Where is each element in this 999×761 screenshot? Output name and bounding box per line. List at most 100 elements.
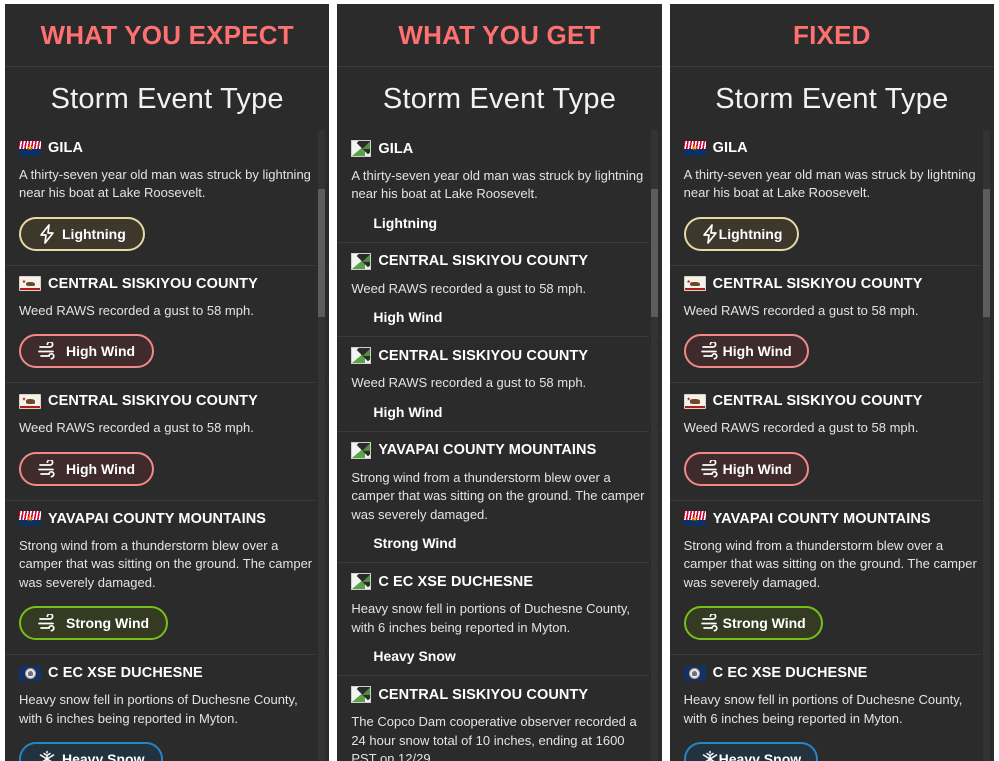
event-card[interactable]: C EC XSE DUCHESNE Heavy snow fell in port… — [5, 655, 330, 761]
vertical-scrollbar[interactable] — [648, 130, 660, 761]
event-description: Weed RAWS recorded a gust to 58 mph. — [351, 375, 587, 391]
event-card-list: GILA A thirty-seven year old man was stru… — [337, 130, 662, 761]
wind-icon — [38, 614, 60, 632]
wind-icon — [700, 342, 723, 360]
event-card[interactable]: CENTRAL SISKIYOU COUNTY The Copco Dam coo… — [337, 676, 662, 761]
event-card-header: GILA — [19, 140, 315, 156]
event-card[interactable]: YAVAPAI COUNTY MOUNTAINS Strong wind from… — [337, 431, 662, 564]
event-type-pill[interactable]: High Wind — [683, 334, 809, 369]
visualization-title: Storm Event Type — [715, 83, 949, 115]
broken-image-icon — [351, 573, 372, 591]
california-flag — [683, 276, 706, 292]
event-type-pill-label: Heavy Snow — [62, 751, 145, 761]
event-card[interactable]: CENTRAL SISKIYOU COUNTY Weed RAWS recorde… — [337, 242, 662, 338]
event-card-header: C EC XSE DUCHESNE — [351, 573, 647, 591]
vertical-scrollbar[interactable] — [316, 130, 328, 761]
event-type-pill-label: High Wind — [722, 460, 792, 477]
event-description: Heavy snow fell in portions of Duchesne … — [683, 692, 963, 726]
event-description: Strong wind from a thunderstorm blew ove… — [351, 469, 645, 522]
snowflake-icon — [38, 750, 56, 761]
event-description: Strong wind from a thunderstorm blew ove… — [683, 537, 977, 590]
california-flag — [683, 393, 706, 409]
event-location-title: C EC XSE DUCHESNE — [48, 665, 203, 682]
event-location-title: CENTRAL SISKIYOU COUNTY — [712, 275, 923, 292]
event-type-pill-label: High Wind — [722, 343, 792, 360]
event-type-pill[interactable]: Strong Wind — [683, 606, 823, 641]
event-type-pill[interactable]: High Wind — [683, 451, 809, 486]
event-card-header: CENTRAL SISKIYOU COUNTY — [351, 252, 647, 270]
event-type-pill-label: Lightning — [718, 225, 783, 242]
event-card[interactable]: CENTRAL SISKIYOU COUNTY Weed RAWS recorde… — [669, 265, 994, 384]
event-card[interactable]: YAVAPAI COUNTY MOUNTAINS Strong wind from… — [669, 500, 994, 656]
event-card[interactable]: GILA A thirty-seven year old man was stru… — [5, 130, 330, 266]
wind-icon — [700, 614, 723, 632]
event-type-label: Lightning — [373, 214, 438, 231]
event-card-header: CENTRAL SISKIYOU COUNTY — [351, 686, 647, 704]
event-card[interactable]: YAVAPAI COUNTY MOUNTAINS Strong wind from… — [5, 500, 330, 656]
event-card[interactable]: CENTRAL SISKIYOU COUNTY Weed RAWS recorde… — [5, 265, 330, 384]
event-card[interactable]: C EC XSE DUCHESNE Heavy snow fell in port… — [669, 655, 994, 761]
event-card[interactable]: CENTRAL SISKIYOU COUNTY Weed RAWS recorde… — [669, 383, 994, 501]
event-card[interactable]: CENTRAL SISKIYOU COUNTY Weed RAWS recorde… — [5, 383, 330, 501]
event-card-header: CENTRAL SISKIYOU COUNTY — [683, 275, 980, 292]
event-location-title: CENTRAL SISKIYOU COUNTY — [378, 686, 589, 703]
event-card-list: GILA A thirty-seven year old man was stru… — [5, 130, 330, 761]
wind-icon — [38, 459, 60, 478]
event-location-title: YAVAPAI COUNTY MOUNTAINS — [712, 510, 931, 527]
panel-header-title: WHAT YOU GET — [398, 19, 601, 50]
california-flag — [19, 393, 41, 409]
event-type-pill[interactable]: Heavy Snow — [683, 742, 819, 761]
event-location-title: C EC XSE DUCHESNE — [378, 573, 534, 590]
event-type-pill[interactable]: Lightning — [683, 216, 800, 251]
event-location-title: CENTRAL SISKIYOU COUNTY — [48, 393, 258, 410]
panel-header: WHAT YOU GET — [337, 4, 662, 67]
event-description: Weed RAWS recorded a gust to 58 mph. — [683, 420, 919, 436]
event-type-pill-label: Heavy Snow — [718, 751, 802, 761]
visualization-title: Storm Event Type — [382, 83, 617, 115]
event-location-title: GILA — [48, 140, 84, 156]
event-type-pill-label: High Wind — [66, 343, 136, 360]
event-card-header: C EC XSE DUCHESNE — [683, 665, 980, 681]
scrollbar-thumb[interactable] — [318, 189, 326, 317]
event-type-pill-label: Strong Wind — [722, 615, 806, 632]
event-card[interactable]: CENTRAL SISKIYOU COUNTY Weed RAWS recorde… — [337, 337, 662, 432]
event-type-label: Heavy Snow — [373, 648, 456, 665]
event-description: Strong wind from a thunderstorm blew ove… — [19, 537, 313, 590]
comparison-panel-3: FIXED Storm Event Type GILA A thirty-seven … — [669, 4, 994, 761]
scrollbar-thumb[interactable] — [982, 189, 990, 317]
wind-icon — [700, 459, 723, 478]
broken-image-icon — [351, 252, 372, 270]
event-type-label: Strong Wind — [373, 535, 457, 552]
arizona-flag — [683, 140, 706, 156]
event-type-pill[interactable]: Heavy Snow — [19, 742, 164, 761]
panel-body: Storm Event Type GILA A thirty-seven year … — [337, 67, 662, 761]
event-card-header: CENTRAL SISKIYOU COUNTY — [19, 276, 315, 292]
california-flag — [19, 276, 41, 292]
event-location-title: YAVAPAI COUNTY MOUNTAINS — [378, 442, 597, 459]
event-location-title: GILA — [712, 140, 748, 156]
event-card[interactable]: C EC XSE DUCHESNE Heavy snow fell in port… — [337, 563, 662, 677]
event-card[interactable]: GILA A thirty-seven year old man was stru… — [337, 130, 662, 243]
lightning-bolt-icon — [701, 224, 719, 244]
event-description: The Copco Dam cooperative observer recor… — [351, 714, 637, 761]
vertical-scrollbar[interactable] — [980, 130, 992, 761]
event-card-header: CENTRAL SISKIYOU COUNTY — [351, 347, 647, 365]
event-card[interactable]: GILA A thirty-seven year old man was stru… — [669, 130, 994, 266]
event-location-title: YAVAPAI COUNTY MOUNTAINS — [48, 510, 267, 527]
event-description: Weed RAWS recorded a gust to 58 mph. — [683, 302, 919, 318]
event-type-pill[interactable]: Lightning — [19, 216, 145, 251]
event-type-pill-label: Strong Wind — [66, 615, 150, 632]
arizona-flag — [19, 511, 41, 527]
event-description: Weed RAWS recorded a gust to 58 mph. — [19, 420, 254, 436]
event-type-pill[interactable]: Strong Wind — [19, 606, 169, 641]
event-location-title: CENTRAL SISKIYOU COUNTY — [378, 347, 589, 364]
broken-image-icon — [351, 140, 372, 157]
scrollbar-thumb[interactable] — [650, 189, 658, 317]
event-type-pill[interactable]: High Wind — [19, 334, 155, 369]
event-card-header: CENTRAL SISKIYOU COUNTY — [19, 393, 315, 409]
comparison-stage: WHAT YOU EXPECT Storm Event Type GILA A thi… — [0, 0, 999, 761]
event-type-pill[interactable]: High Wind — [19, 451, 155, 486]
event-description: Weed RAWS recorded a gust to 58 mph. — [351, 280, 587, 296]
event-card-header: YAVAPAI COUNTY MOUNTAINS — [351, 441, 647, 459]
event-location-title: CENTRAL SISKIYOU COUNTY — [378, 253, 589, 270]
